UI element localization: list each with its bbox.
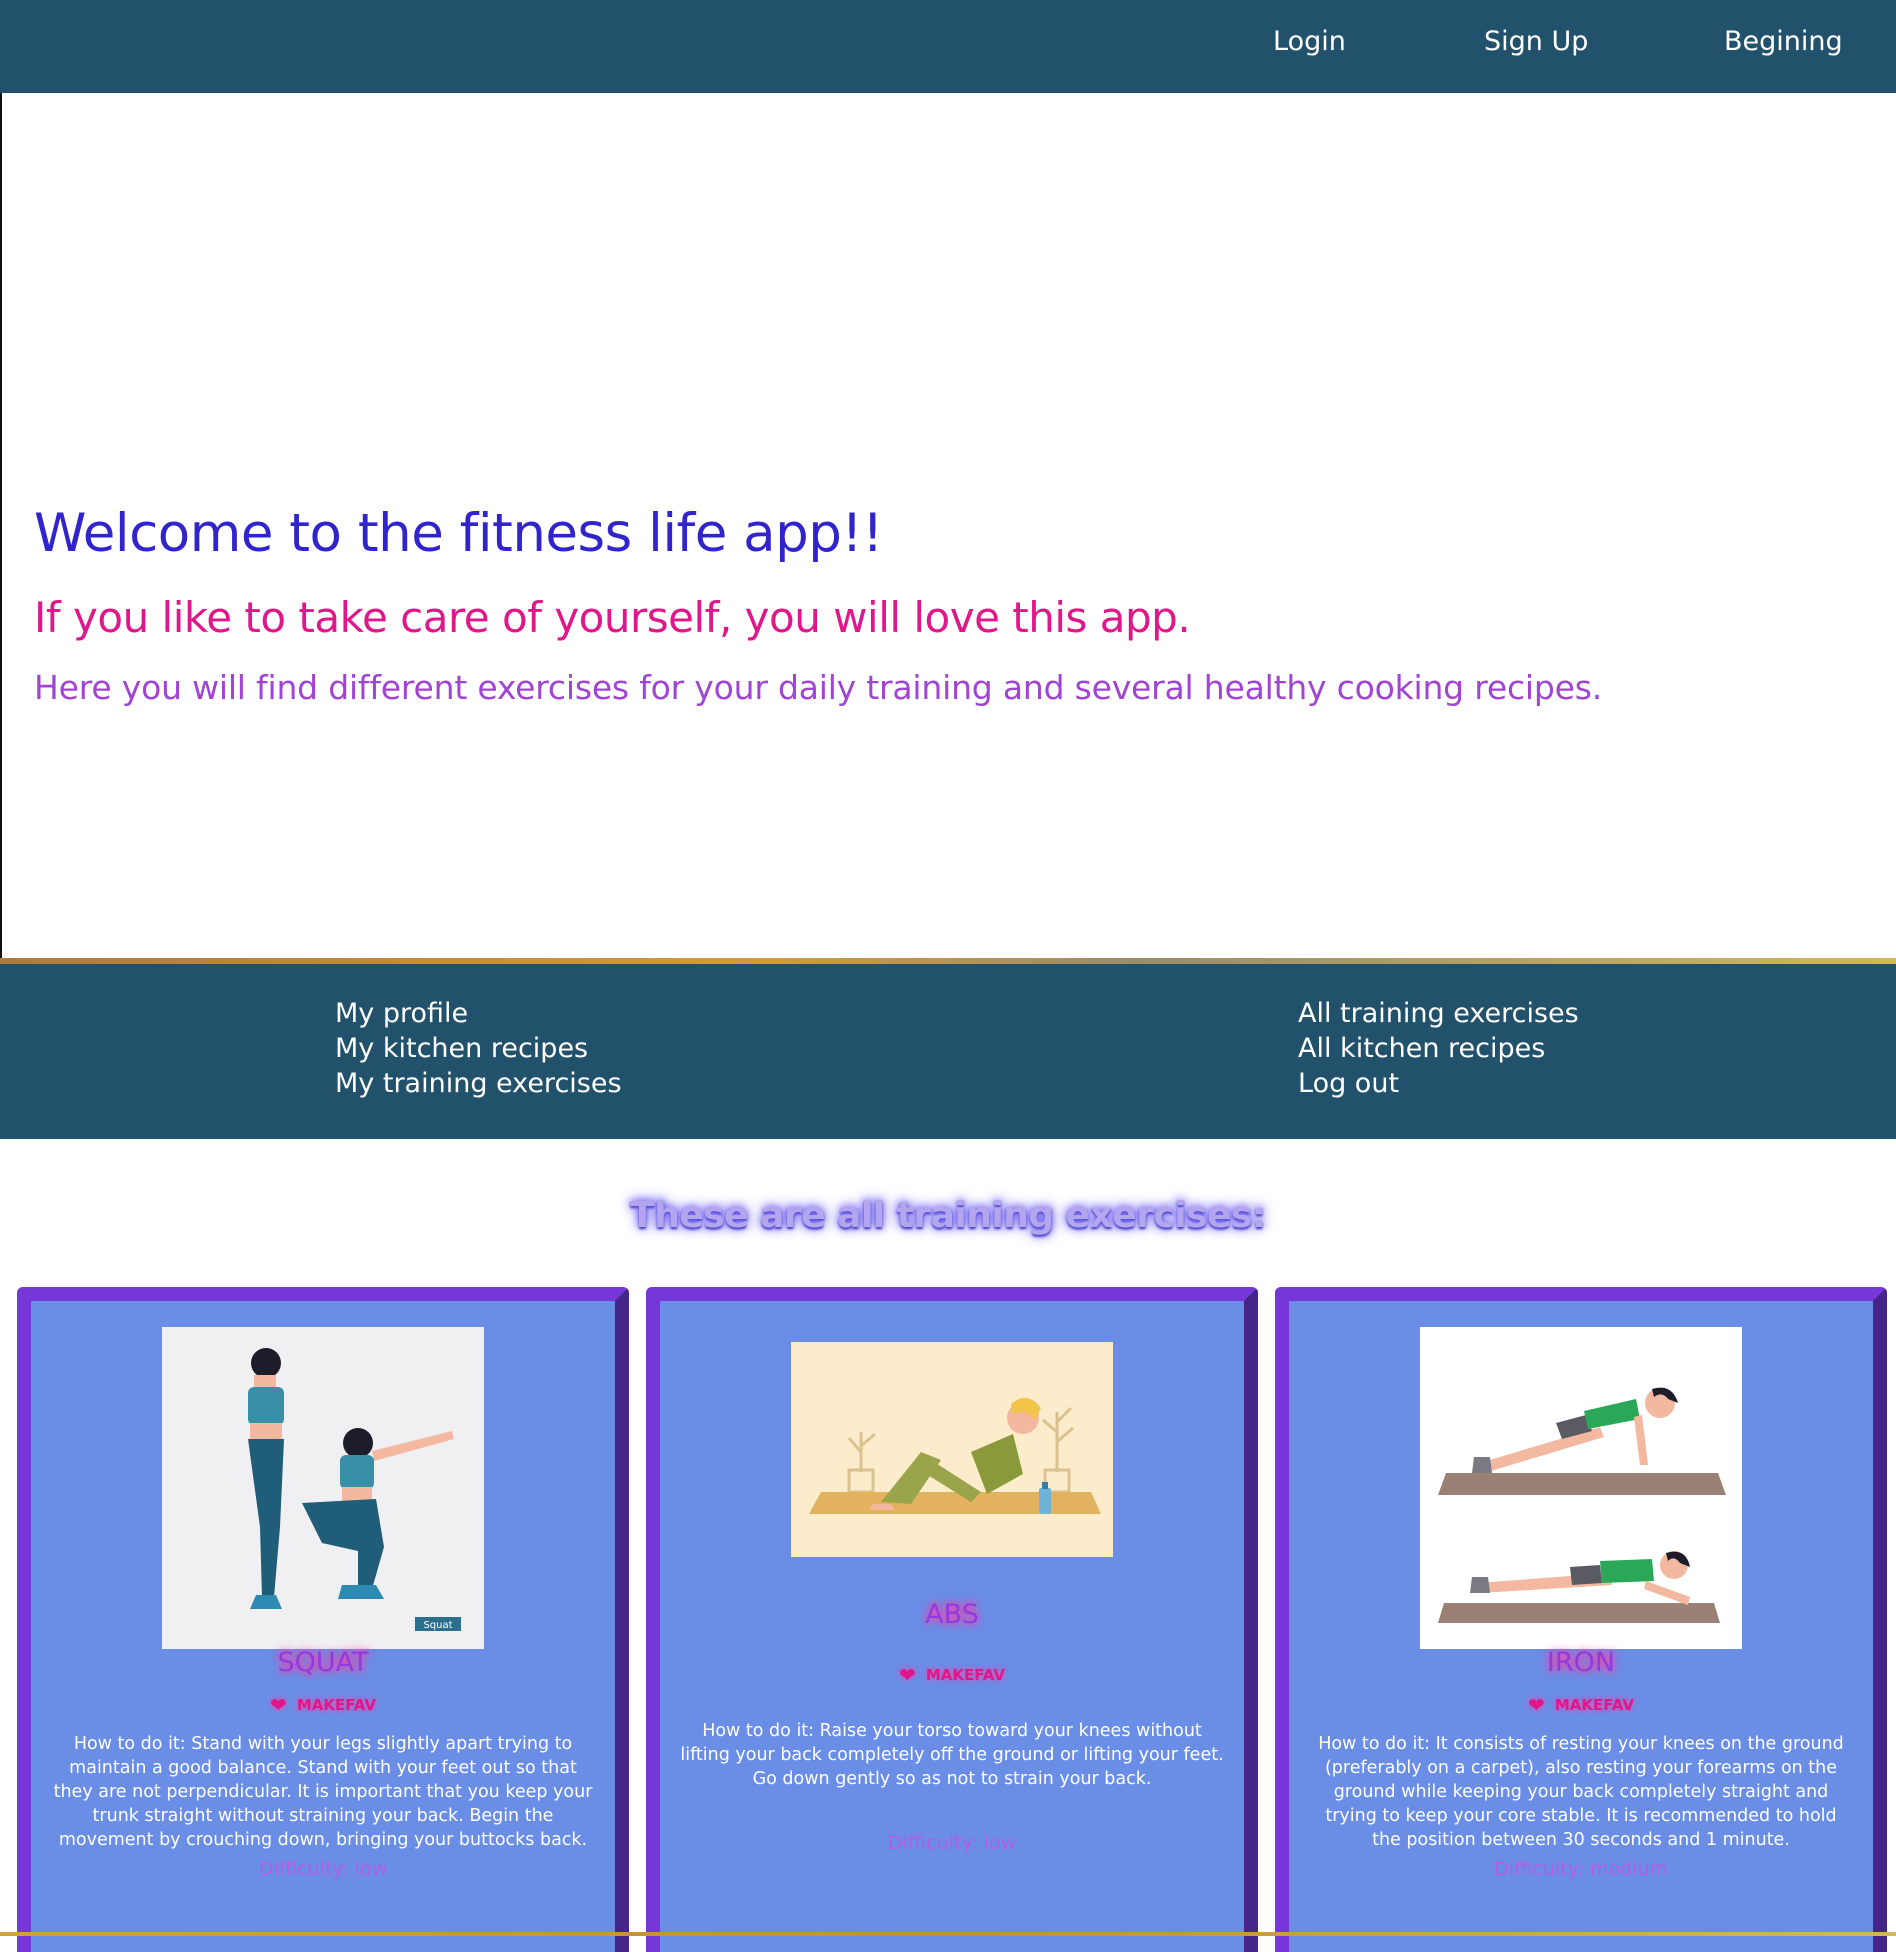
my-kitchen-recipes-link[interactable]: My kitchen recipes	[335, 1031, 622, 1066]
exercise-card: IRON ❤ MAKEFAV How to do it: It consists …	[1275, 1287, 1887, 1952]
exercise-name: ABS	[925, 1599, 979, 1630]
heart-icon: ❤	[899, 1663, 916, 1687]
hero-title: Welcome to the fitness life app!!	[34, 503, 883, 564]
exercise-description: How to do it: Stand with your legs sligh…	[53, 1734, 593, 1850]
exercise-description: How to do it: Raise your torso toward yo…	[680, 1721, 1224, 1789]
exercise-difficulty: Difficulty: medium	[1494, 1858, 1668, 1880]
iron-image	[1420, 1327, 1742, 1649]
exercise-difficulty: Difficulty: low	[258, 1858, 388, 1880]
my-training-exercises-link[interactable]: My training exercises	[335, 1066, 622, 1101]
top-navbar: Login Sign Up Begining	[0, 0, 1896, 93]
all-training-exercises-link[interactable]: All training exercises	[1298, 996, 1579, 1031]
exercise-difficulty: Difficulty: low	[887, 1832, 1017, 1854]
section-title: These are all training exercises:	[630, 1195, 1266, 1236]
my-profile-link[interactable]: My profile	[335, 996, 622, 1031]
heart-icon: ❤	[270, 1693, 287, 1717]
squat-image-label: Squat	[423, 1620, 452, 1631]
logout-link[interactable]: Log out	[1298, 1066, 1579, 1101]
hero-subtitle: If you like to take care of yourself, yo…	[34, 593, 1191, 642]
exercise-card: ABS ❤ MAKEFAV How to do it: Raise your to…	[646, 1287, 1258, 1952]
make-fav-label: MAKEFAV	[925, 1666, 1005, 1684]
make-fav-button[interactable]: ❤ MAKEFAV	[1289, 1693, 1873, 1717]
exercise-card: Squat SQUAT ❤ MAKEFAV How to do it: Stand…	[17, 1287, 629, 1952]
heart-icon: ❤	[1528, 1693, 1545, 1717]
member-navbar: My profile My kitchen recipes My trainin…	[0, 964, 1896, 1139]
member-nav-right: All training exercises All kitchen recip…	[1298, 996, 1579, 1101]
bottom-strip	[0, 1932, 1896, 1936]
make-fav-label: MAKEFAV	[296, 1696, 376, 1714]
make-fav-label: MAKEFAV	[1554, 1696, 1634, 1714]
begining-link[interactable]: Begining	[1724, 26, 1843, 57]
member-nav-left: My profile My kitchen recipes My trainin…	[335, 996, 622, 1101]
hero-section: Welcome to the fitness life app!! If you…	[0, 93, 1896, 963]
all-kitchen-recipes-link[interactable]: All kitchen recipes	[1298, 1031, 1579, 1066]
squat-image: Squat	[162, 1327, 484, 1649]
make-fav-button[interactable]: ❤ MAKEFAV	[31, 1693, 615, 1717]
login-link[interactable]: Login	[1273, 26, 1346, 57]
make-fav-button[interactable]: ❤ MAKEFAV	[660, 1663, 1244, 1687]
abs-image	[791, 1342, 1113, 1557]
exercise-description: How to do it: It consists of resting you…	[1318, 1734, 1844, 1850]
hero-tagline: Here you will find different exercises f…	[34, 668, 1603, 707]
exercise-name: IRON	[1546, 1647, 1616, 1678]
exercise-name: SQUAT	[277, 1647, 369, 1678]
signup-link[interactable]: Sign Up	[1484, 26, 1588, 57]
